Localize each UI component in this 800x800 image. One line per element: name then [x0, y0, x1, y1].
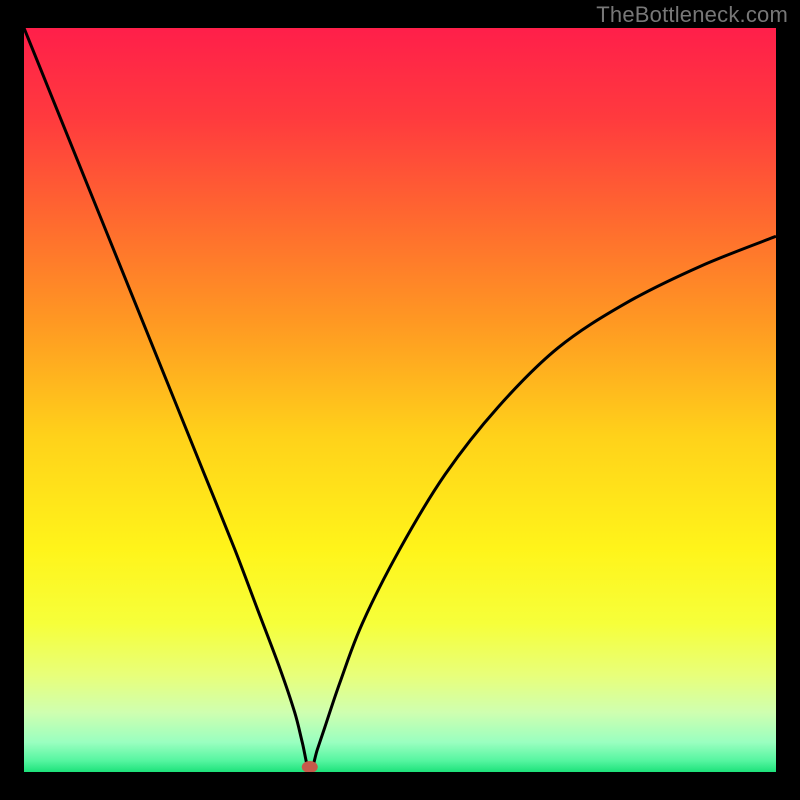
bottleneck-chart: [0, 0, 800, 800]
chart-frame: TheBottleneck.com: [0, 0, 800, 800]
plot-background: [24, 28, 776, 772]
watermark-text: TheBottleneck.com: [596, 2, 788, 28]
optimum-marker: [302, 761, 318, 773]
